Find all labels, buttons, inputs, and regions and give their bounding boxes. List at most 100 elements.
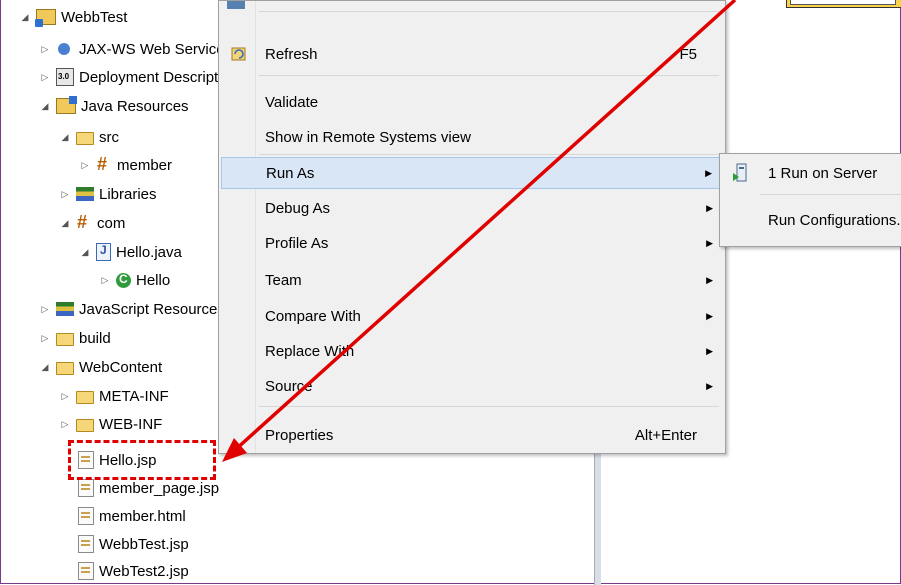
tree-item-src[interactable]: ◢ src — [58, 124, 119, 150]
menu-item-label: Run As — [266, 164, 315, 182]
menu-item-properties[interactable]: Properties Alt+Enter — [221, 420, 723, 450]
run-on-server-icon — [733, 163, 747, 182]
annotation-highlight-box — [68, 440, 216, 480]
tree-item-label: JavaScript Resources — [79, 300, 225, 318]
submenu-arrow-icon: ▶ — [706, 310, 713, 321]
menu-item-label: Show in Remote Systems view — [265, 128, 471, 146]
source-folder-icon — [76, 132, 94, 145]
expand-arrow-icon[interactable]: ◢ — [58, 130, 72, 144]
menu-item-replace-with[interactable]: Replace With ▶ — [221, 336, 723, 366]
run-as-submenu: 1 Run on Server Run Configurations... — [719, 153, 901, 247]
menu-item-cut-off[interactable] — [219, 1, 725, 11]
tree-item-javascript-resources[interactable]: ▷ JavaScript Resources — [38, 296, 225, 322]
tree-item-member-html[interactable]: member.html — [78, 503, 186, 529]
tree-item-label: Deployment Descriptor — [79, 68, 232, 86]
html-file-icon — [78, 507, 94, 525]
context-menu: Refresh F5 Validate Show in Remote Syste… — [218, 0, 726, 454]
menu-item-icon — [227, 1, 245, 9]
collapse-arrow-icon[interactable]: ▷ — [98, 273, 112, 287]
menu-item-profile-as[interactable]: Profile As ▶ — [221, 228, 723, 258]
menu-item-show-in-remote-systems[interactable]: Show in Remote Systems view — [221, 122, 723, 152]
menu-item-validate[interactable]: Validate — [221, 87, 723, 117]
java-resources-icon — [56, 96, 77, 114]
menu-item-source[interactable]: Source ▶ — [221, 371, 723, 401]
tree-item-label: Libraries — [99, 185, 157, 203]
package-icon — [76, 212, 92, 233]
collapse-arrow-icon[interactable]: ▷ — [58, 187, 72, 201]
menu-item-label: Profile As — [265, 234, 329, 252]
menu-item-debug-as[interactable]: Debug As ▶ — [221, 193, 723, 223]
tree-item-label: JAX-WS Web Services — [79, 40, 233, 58]
menu-item-label: Team — [265, 271, 302, 289]
tree-item-build[interactable]: ▷ build — [38, 325, 111, 351]
collapse-arrow-icon[interactable]: ▷ — [58, 389, 72, 403]
tree-item-label: Hello.java — [116, 243, 182, 261]
expand-arrow-icon[interactable]: ◢ — [78, 245, 92, 259]
menu-separator — [259, 11, 719, 12]
submenu-arrow-icon: ▶ — [706, 237, 713, 248]
folder-icon — [76, 391, 94, 404]
menu-separator — [259, 154, 719, 155]
expand-arrow-icon[interactable]: ◢ — [38, 360, 52, 374]
collapse-arrow-icon[interactable]: ▷ — [38, 42, 52, 56]
view-divider[interactable] — [594, 440, 601, 585]
expand-arrow-icon[interactable]: ◢ — [58, 216, 72, 230]
collapse-arrow-icon[interactable]: ▷ — [38, 70, 52, 84]
submenu-arrow-icon: ▶ — [706, 202, 713, 213]
menu-item-run-as[interactable]: Run As ▶ — [221, 157, 723, 189]
submenu-item-label: 1 Run on Server — [768, 164, 878, 182]
tree-item-deployment-descriptor[interactable]: ▷ Deployment Descriptor — [38, 64, 232, 90]
tree-item-java-resources[interactable]: ◢ Java Resources — [38, 93, 189, 119]
tree-item-hello-class[interactable]: ▷ Hello — [98, 267, 171, 293]
tree-item-label: Hello — [136, 271, 171, 289]
tree-item-webbtest[interactable]: ◢ WebbTest — [18, 4, 127, 30]
tree-item-webcontent[interactable]: ◢ WebContent — [38, 354, 163, 380]
tree-item-label: build — [79, 329, 111, 347]
tree-item-member-package[interactable]: ▷ member — [78, 152, 172, 178]
web-project-icon — [35, 9, 56, 27]
tree-item-webtest2-jsp[interactable]: WebTest2.jsp — [78, 558, 189, 584]
submenu-arrow-icon: ▶ — [706, 345, 713, 356]
menu-item-label: Replace With — [265, 342, 355, 360]
tree-item-label: META-INF — [99, 387, 169, 405]
tree-item-hello-java[interactable]: ◢ Hello.java — [78, 239, 182, 265]
java-file-icon — [96, 243, 111, 261]
package-icon — [96, 154, 112, 175]
jsp-file-icon — [78, 479, 94, 497]
tree-item-meta-inf[interactable]: ▷ META-INF — [58, 383, 169, 409]
tree-item-label: member.html — [99, 507, 186, 525]
refresh-icon — [231, 47, 246, 61]
submenu-arrow-icon: ▶ — [706, 274, 713, 285]
menu-item-team[interactable]: Team ▶ — [221, 265, 723, 295]
tree-item-jax-ws[interactable]: ▷ JAX-WS Web Services — [38, 36, 233, 62]
tree-item-libraries[interactable]: ▷ Libraries — [58, 181, 157, 207]
tree-item-webbtest-jsp[interactable]: WebbTest.jsp — [78, 531, 189, 557]
tree-item-label: Java Resources — [81, 97, 189, 115]
class-icon — [116, 272, 131, 288]
submenu-arrow-icon: ▶ — [706, 380, 713, 391]
libraries-icon — [76, 187, 94, 201]
tree-item-web-inf[interactable]: ▷ WEB-INF — [58, 411, 163, 437]
tree-item-label: WebTest2.jsp — [99, 562, 189, 580]
collapse-arrow-icon[interactable]: ▷ — [58, 417, 72, 431]
submenu-item-run-configurations[interactable]: Run Configurations... — [722, 203, 901, 237]
collapse-arrow-icon[interactable]: ▷ — [38, 302, 52, 316]
tree-item-com-package[interactable]: ◢ com — [58, 210, 126, 236]
jsp-file-icon — [78, 535, 94, 553]
tree-item-label: src — [99, 128, 119, 146]
collapse-arrow-icon[interactable]: ▷ — [78, 158, 92, 172]
menu-item-label: Properties — [265, 426, 334, 444]
tree-item-label: com — [97, 214, 126, 232]
menu-separator — [259, 406, 719, 407]
menu-item-label: Debug As — [265, 199, 331, 217]
tree-item-label: WEB-INF — [99, 415, 163, 433]
menu-item-refresh[interactable]: Refresh F5 — [221, 39, 723, 69]
expand-arrow-icon[interactable]: ◢ — [18, 10, 32, 24]
expand-arrow-icon[interactable]: ◢ — [38, 99, 52, 113]
folder-icon — [56, 362, 74, 375]
submenu-item-label: Run Configurations... — [768, 211, 901, 229]
submenu-item-run-on-server[interactable]: 1 Run on Server — [722, 156, 901, 190]
collapse-arrow-icon[interactable]: ▷ — [38, 331, 52, 345]
menu-item-label: Refresh — [265, 45, 318, 63]
menu-item-compare-with[interactable]: Compare With ▶ — [221, 301, 723, 331]
